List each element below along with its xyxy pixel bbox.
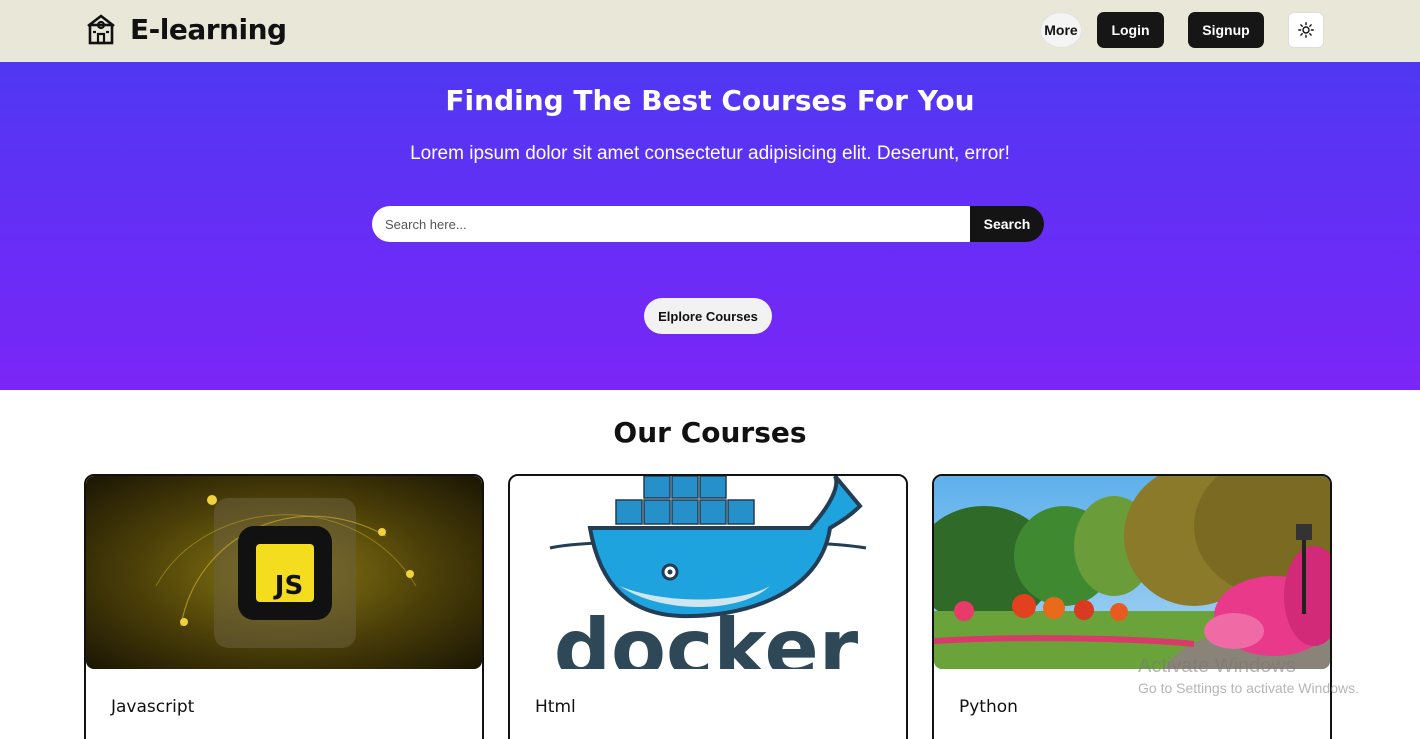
svg-text:docker: docker xyxy=(554,602,859,669)
course-title: Html xyxy=(535,697,576,717)
courses-section-title: Our Courses xyxy=(613,416,807,449)
garden-park-image xyxy=(934,476,1330,669)
watermark-title: Activate Windows xyxy=(1138,655,1296,677)
more-button[interactable]: More xyxy=(1040,12,1082,48)
brand-name: E-learning xyxy=(130,12,287,46)
brand[interactable]: E-learning xyxy=(84,12,287,46)
explore-courses-button[interactable]: Elplore Courses xyxy=(644,298,772,334)
course-card-python[interactable]: Python xyxy=(932,474,1332,739)
docker-whale-image: docker xyxy=(510,476,906,669)
svg-text:JS: JS xyxy=(273,571,303,601)
hero-subtitle: Lorem ipsum dolor sit amet consectetur a… xyxy=(410,143,1010,164)
sun-icon xyxy=(1298,22,1314,38)
signup-button[interactable]: Signup xyxy=(1188,12,1264,48)
javascript-logo-image: JS xyxy=(86,476,482,669)
login-button[interactable]: Login xyxy=(1097,12,1164,48)
course-card-javascript[interactable]: JS Javascript xyxy=(84,474,484,739)
search-button[interactable]: Search xyxy=(970,206,1044,242)
hero-section: Finding The Best Courses For You Lorem i… xyxy=(0,62,1420,390)
watermark-subtitle: Go to Settings to activate Windows. xyxy=(1138,680,1359,696)
course-card-html[interactable]: docker Html xyxy=(508,474,908,739)
school-icon xyxy=(87,14,115,45)
hero-title: Finding The Best Courses For You xyxy=(445,84,975,117)
windows-activation-watermark: Activate Windows Go to Settings to activ… xyxy=(1138,655,1359,696)
course-title: Python xyxy=(959,697,1018,717)
theme-toggle-button[interactable] xyxy=(1288,12,1324,48)
search-input[interactable] xyxy=(372,206,970,242)
navbar: E-learning More Login Signup xyxy=(0,0,1420,62)
course-title: Javascript xyxy=(111,697,195,717)
search-bar: Search xyxy=(372,206,1044,242)
